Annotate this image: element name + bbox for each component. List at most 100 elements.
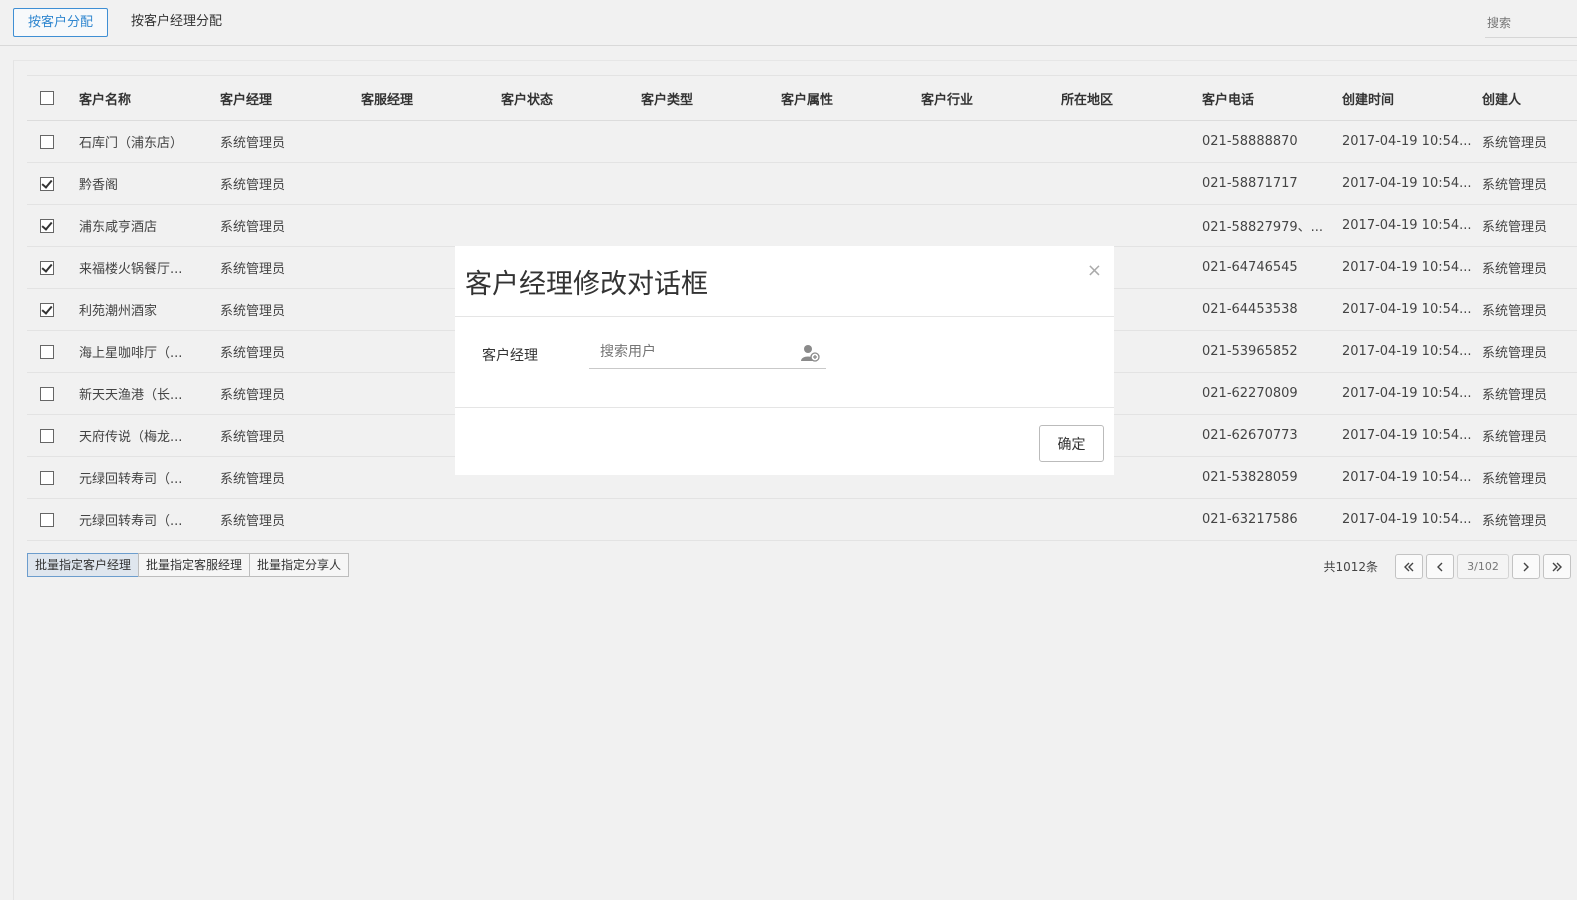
cell-created-time: 2017-04-19 10:54... bbox=[1342, 344, 1472, 359]
bulk-assign-service-button[interactable]: 批量指定客服经理 bbox=[138, 553, 251, 577]
top-bar: 按客户分配 按客户经理分配 bbox=[0, 0, 1577, 46]
cell-customer-name: 来福楼火锅餐厅... bbox=[79, 262, 183, 277]
col-header-region[interactable]: 所在地区 bbox=[1061, 76, 1191, 120]
confirm-button[interactable]: 确定 bbox=[1039, 425, 1104, 462]
row-checkbox[interactable] bbox=[40, 218, 54, 233]
user-search-input[interactable] bbox=[589, 337, 789, 367]
search-input[interactable] bbox=[1485, 10, 1577, 36]
tab-by-manager[interactable]: 按客户经理分配 bbox=[117, 8, 236, 37]
cell-phone: 021-64746545 bbox=[1202, 260, 1298, 275]
cell-phone: 021-53828059 bbox=[1202, 470, 1298, 485]
row-checkbox[interactable] bbox=[40, 302, 54, 317]
cell-creator: 系统管理员 bbox=[1482, 430, 1548, 445]
cell-customer-name: 黔香阁 bbox=[79, 178, 119, 193]
cell-phone: 021-58827979、... bbox=[1202, 220, 1324, 235]
last-page-button[interactable] bbox=[1543, 554, 1571, 579]
cell-created-time: 2017-04-19 10:54... bbox=[1342, 470, 1472, 485]
cell-manager: 系统管理员 bbox=[220, 514, 286, 529]
page-indicator: 3/102 bbox=[1457, 554, 1509, 579]
col-header-attribute[interactable]: 客户属性 bbox=[781, 76, 911, 120]
cell-phone: 021-58888870 bbox=[1202, 134, 1298, 149]
cell-creator: 系统管理员 bbox=[1482, 220, 1548, 235]
table-row[interactable]: 浦东咸亨酒店 系统管理员 021-58827979、... 2017-04-19 10… bbox=[27, 205, 1577, 247]
col-header-phone[interactable]: 客户电话 bbox=[1202, 76, 1332, 120]
table-row[interactable]: 黔香阁 系统管理员 021-58871717 2017-04-19 10:54... 系… bbox=[27, 163, 1577, 205]
cell-created-time: 2017-04-19 10:54... bbox=[1342, 428, 1472, 443]
col-header-type[interactable]: 客户类型 bbox=[641, 76, 771, 120]
select-all-checkbox[interactable] bbox=[40, 91, 54, 105]
cell-created-time: 2017-04-19 10:54... bbox=[1342, 302, 1472, 317]
double-chevron-left-icon bbox=[1404, 562, 1414, 571]
row-checkbox[interactable] bbox=[40, 512, 54, 527]
row-checkbox[interactable] bbox=[40, 260, 54, 275]
row-checkbox[interactable] bbox=[40, 386, 54, 401]
cell-creator: 系统管理员 bbox=[1482, 178, 1548, 193]
first-page-button[interactable] bbox=[1395, 554, 1423, 579]
cell-manager: 系统管理员 bbox=[220, 136, 286, 151]
cell-created-time: 2017-04-19 10:54... bbox=[1342, 176, 1472, 191]
tab-by-customer[interactable]: 按客户分配 bbox=[13, 8, 109, 37]
row-checkbox[interactable] bbox=[40, 344, 54, 359]
col-header-manager[interactable]: 客户经理 bbox=[220, 76, 350, 120]
cell-manager: 系统管理员 bbox=[220, 220, 286, 235]
cell-creator: 系统管理员 bbox=[1482, 136, 1548, 151]
user-add-icon[interactable] bbox=[800, 343, 820, 363]
col-header-name[interactable]: 客户名称 bbox=[79, 76, 209, 120]
select-all-cell bbox=[40, 76, 60, 120]
col-header-created[interactable]: 创建时间 bbox=[1342, 76, 1472, 120]
row-checkbox[interactable] bbox=[40, 428, 54, 443]
dialog-footer-divider bbox=[455, 407, 1114, 408]
cell-customer-name: 利苑潮州酒家 bbox=[79, 304, 158, 319]
dialog-divider bbox=[455, 316, 1114, 317]
row-checkbox[interactable] bbox=[40, 134, 54, 149]
dialog-title: 客户经理修改对话框 bbox=[465, 269, 708, 300]
close-icon[interactable]: × bbox=[1087, 260, 1102, 281]
pagination: 共1012条 3/102 bbox=[1323, 554, 1571, 579]
col-header-service[interactable]: 客服经理 bbox=[361, 76, 491, 120]
table-row[interactable]: 元绿回转寿司（... 系统管理员 021-63217586 2017-04-19 10… bbox=[27, 499, 1577, 541]
col-header-status[interactable]: 客户状态 bbox=[501, 76, 631, 120]
cell-created-time: 2017-04-19 10:54... bbox=[1342, 218, 1472, 233]
row-checkbox-cell bbox=[40, 499, 60, 540]
manager-edit-dialog: 客户经理修改对话框 × 客户经理 确定 bbox=[455, 246, 1114, 475]
cell-created-time: 2017-04-19 10:54... bbox=[1342, 134, 1472, 149]
row-checkbox-cell bbox=[40, 457, 60, 498]
total-count: 共1012条 bbox=[1323, 560, 1378, 574]
bulk-action-group: 批量指定客户经理 批量指定客服经理 批量指定分享人 bbox=[27, 553, 350, 577]
row-checkbox[interactable] bbox=[40, 176, 54, 191]
cell-customer-name: 海上星咖啡厅（... bbox=[79, 346, 183, 361]
cell-creator: 系统管理员 bbox=[1482, 472, 1548, 487]
cell-phone: 021-64453538 bbox=[1202, 302, 1298, 317]
cell-phone: 021-62670773 bbox=[1202, 428, 1298, 443]
cell-phone: 021-62270809 bbox=[1202, 386, 1298, 401]
row-checkbox-cell bbox=[40, 163, 60, 204]
cell-phone: 021-58871717 bbox=[1202, 176, 1298, 191]
next-page-button[interactable] bbox=[1512, 554, 1540, 579]
cell-creator: 系统管理员 bbox=[1482, 304, 1548, 319]
col-header-industry[interactable]: 客户行业 bbox=[921, 76, 1051, 120]
row-checkbox-cell bbox=[40, 415, 60, 456]
cell-manager: 系统管理员 bbox=[220, 430, 286, 445]
cell-phone: 021-53965852 bbox=[1202, 344, 1298, 359]
row-checkbox-cell bbox=[40, 247, 60, 288]
cell-customer-name: 浦东咸亨酒店 bbox=[79, 220, 158, 235]
table-row[interactable]: 石库门（浦东店） 系统管理员 021-58888870 2017-04-19 10:5… bbox=[27, 121, 1577, 163]
cell-manager: 系统管理员 bbox=[220, 388, 286, 403]
cell-manager: 系统管理员 bbox=[220, 304, 286, 319]
bulk-assign-manager-button[interactable]: 批量指定客户经理 bbox=[27, 553, 140, 577]
cell-created-time: 2017-04-19 10:54... bbox=[1342, 260, 1472, 275]
col-header-creator[interactable]: 创建人 bbox=[1482, 76, 1572, 120]
table-header: 客户名称 客户经理 客服经理 客户状态 客户类型 客户属性 客户行业 所在地区 … bbox=[27, 75, 1577, 121]
double-chevron-right-icon bbox=[1552, 562, 1562, 571]
chevron-left-icon bbox=[1437, 562, 1443, 571]
row-checkbox-cell bbox=[40, 205, 60, 246]
row-checkbox[interactable] bbox=[40, 470, 54, 485]
cell-manager: 系统管理员 bbox=[220, 178, 286, 193]
cell-created-time: 2017-04-19 10:54... bbox=[1342, 512, 1472, 527]
manager-field-label: 客户经理 bbox=[482, 348, 538, 364]
row-checkbox-cell bbox=[40, 373, 60, 414]
cell-creator: 系统管理员 bbox=[1482, 346, 1548, 361]
bulk-assign-share-button[interactable]: 批量指定分享人 bbox=[249, 553, 350, 577]
prev-page-button[interactable] bbox=[1426, 554, 1454, 579]
content-panel: 客户名称 客户经理 客服经理 客户状态 客户类型 客户属性 客户行业 所在地区 … bbox=[13, 60, 1577, 900]
